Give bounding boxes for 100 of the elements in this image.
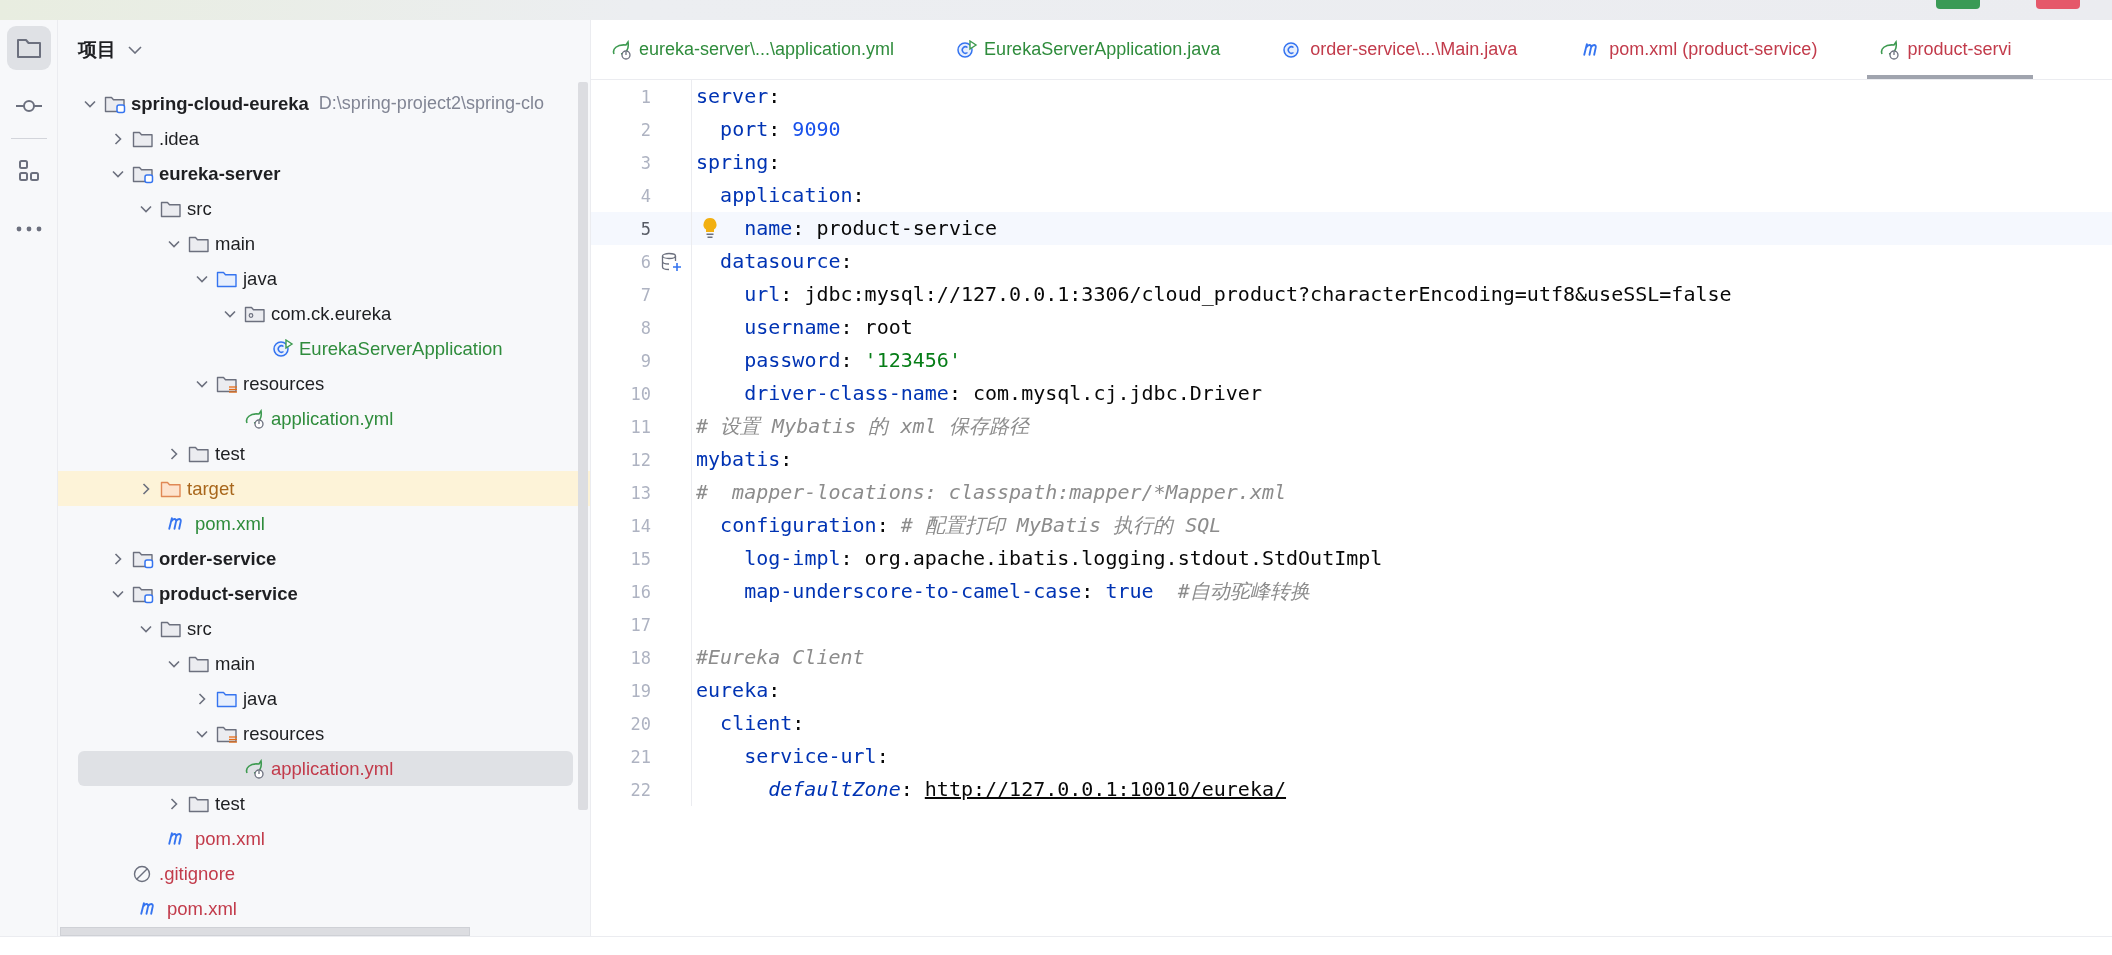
tree-item[interactable]: pom.xml (58, 821, 590, 856)
line-number: 9 (639, 350, 651, 371)
database-icon[interactable] (660, 251, 682, 272)
code-comment: # 设置 Mybatis 的 xml 保存路径 (696, 414, 1029, 438)
code-comment: # 配置打印 MyBatis 执行的 SQL (900, 513, 1222, 537)
editor-tab[interactable]: eureka-server\...\application.yml (599, 20, 917, 79)
code-punctuation: : (840, 546, 854, 570)
yaml-key: defaultZone (768, 777, 901, 801)
yaml-key: name (744, 216, 793, 240)
line-number: 3 (639, 152, 651, 173)
maven-icon (168, 517, 182, 530)
code-punctuation: : (840, 315, 854, 339)
code-punctuation: : (876, 513, 890, 537)
maven-icon (1583, 43, 1598, 56)
tree-item[interactable]: java (58, 261, 590, 296)
lightbulb-icon[interactable] (702, 217, 718, 239)
tree-item[interactable]: src (58, 611, 590, 646)
yaml-key: spring (696, 150, 769, 174)
tree-item[interactable]: resources (58, 716, 590, 751)
project-path: D:\spring-project2\spring-clo (318, 93, 544, 114)
maven-icon (168, 832, 182, 845)
line-number: 14 (629, 515, 651, 536)
url-link[interactable]: http://127.0.0.1:10010/eureka/ (924, 777, 1287, 801)
scrollbar-thumb[interactable] (578, 82, 588, 810)
tree-item[interactable]: eureka-server (58, 156, 590, 191)
maven-icon (140, 902, 154, 915)
leaf-icon (244, 758, 266, 779)
tree-item[interactable]: test (58, 436, 590, 471)
leaf-icon (611, 39, 633, 60)
tree-item[interactable]: src (58, 191, 590, 226)
editor-tab[interactable]: product-servi (1867, 20, 2034, 79)
yaml-key: mybatis (696, 447, 781, 471)
code-punctuation: : (900, 777, 914, 801)
code-comment: # mapper-locations: classpath:mapper/*Mapper.xml (696, 480, 1286, 504)
tree-item[interactable]: order-service (58, 541, 590, 576)
line-number: 21 (629, 746, 651, 767)
tree-item[interactable]: pom.xml (58, 506, 590, 541)
code-punctuation: : (768, 150, 781, 174)
line-number: 19 (629, 680, 651, 701)
yaml-key: port (720, 117, 769, 141)
leaf-icon (1879, 39, 1902, 60)
yaml-key: server (696, 84, 769, 108)
tree-item[interactable]: main (58, 226, 590, 261)
leaf-icon (244, 408, 266, 429)
line-number: 11 (629, 416, 651, 437)
yaml-key: password (744, 348, 841, 372)
tree-item[interactable]: target (58, 471, 590, 506)
code-comment: #自动驼峰转换 (1177, 579, 1310, 603)
code-punctuation: : (852, 183, 865, 207)
yaml-key: client (720, 711, 793, 735)
yaml-key: username (744, 315, 841, 339)
code-punctuation: : (840, 249, 853, 273)
yaml-key: datasource (720, 249, 841, 273)
tree-item[interactable]: main (58, 646, 590, 681)
yaml-key: configuration (720, 513, 877, 537)
code-punctuation: : (1081, 579, 1095, 603)
tree-item[interactable]: java (58, 681, 590, 716)
code-punctuation: : (792, 216, 806, 240)
tree-item[interactable]: resources (58, 366, 590, 401)
line-number: 6 (639, 251, 651, 272)
tree-item[interactable]: pom.xml (58, 891, 590, 926)
code-punctuation: : (768, 117, 782, 141)
line-number: 15 (629, 548, 651, 569)
line-number: 12 (629, 449, 651, 470)
project-tool-button[interactable] (6, 26, 51, 70)
tree-item[interactable]: .idea (58, 121, 590, 156)
tree-item[interactable]: product-service (58, 576, 590, 611)
yaml-value: true (1105, 579, 1154, 603)
scrollbar-thumb[interactable] (60, 927, 470, 936)
line-number: 17 (629, 614, 651, 635)
tree-item[interactable]: application.yml (78, 751, 573, 786)
code-punctuation: : (840, 348, 854, 372)
line-number: 13 (629, 482, 651, 503)
java-class-icon (272, 338, 294, 359)
commit-icon (14, 99, 43, 113)
editor-tab[interactable]: order-service\...\Main.java (1270, 20, 1540, 79)
more-icon (15, 226, 42, 232)
yaml-key: application (720, 183, 853, 207)
yaml-value: com.mysql.cj.jdbc.Driver (972, 381, 1262, 405)
line-number: 22 (629, 779, 651, 800)
tree-item[interactable]: test (58, 786, 590, 821)
yaml-value: product-service (816, 216, 998, 240)
yaml-value: '123456' (864, 348, 961, 372)
tree-item[interactable]: spring-cloud-eureka D:\spring-project2\spring-clo (58, 86, 590, 121)
yaml-key: map-underscore-to-camel-case (744, 579, 1082, 603)
line-number: 18 (629, 647, 651, 668)
tree-item[interactable]: application.yml (58, 401, 590, 436)
line-number: 2 (639, 119, 651, 140)
tree-item[interactable]: com.ck.eureka (58, 296, 590, 331)
code-punctuation: : (948, 381, 962, 405)
line-number: 1 (639, 86, 651, 107)
tree-item[interactable]: .gitignore (58, 856, 590, 891)
tree-item[interactable]: EurekaServerApplication (58, 331, 590, 366)
editor-tab[interactable]: pom.xml (product-service) (1567, 20, 1840, 79)
yaml-key: service-url (744, 744, 877, 768)
line-number: 8 (639, 317, 651, 338)
editor-tab[interactable]: EurekaServerApplication.java (944, 20, 1243, 79)
chevron-down-icon[interactable] (128, 46, 142, 54)
line-number: 20 (629, 713, 651, 734)
code-punctuation: : (768, 678, 781, 702)
